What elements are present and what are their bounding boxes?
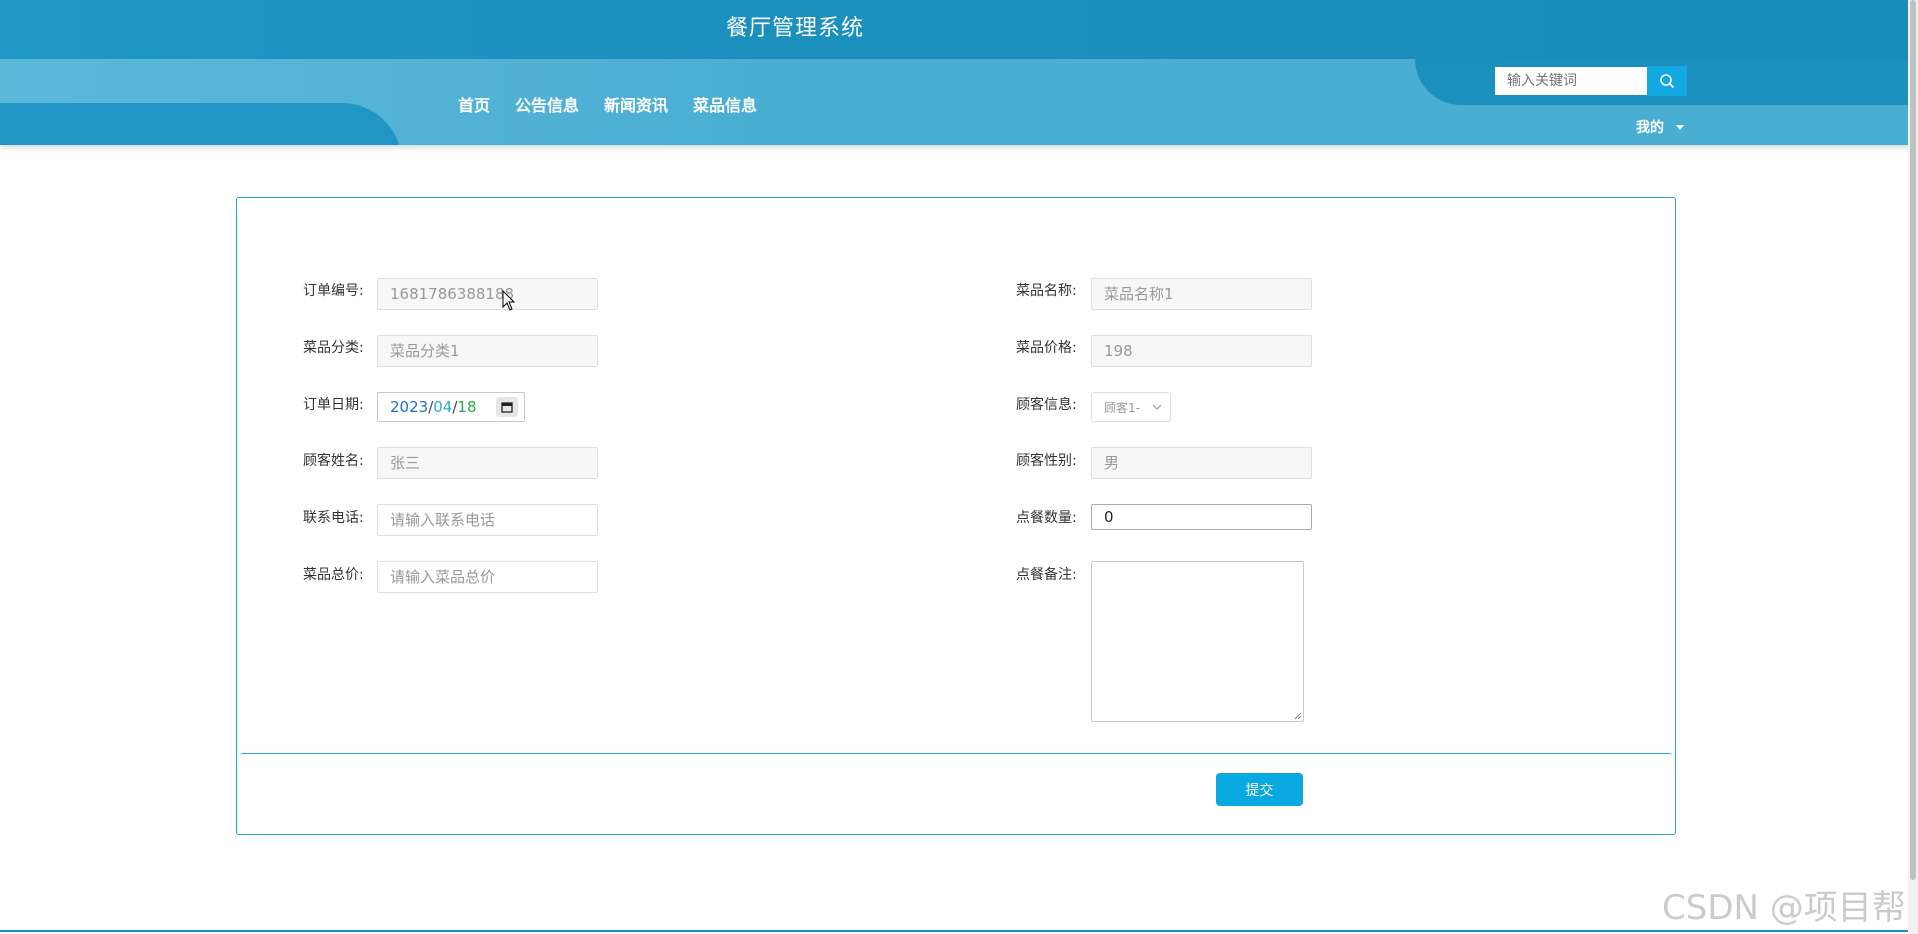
nav-item-announcements[interactable]: 公告信息 — [515, 92, 579, 116]
dish-price-label: 菜品价格: — [1016, 340, 1077, 356]
quantity-input[interactable]: 0 — [1091, 504, 1312, 530]
site-header: 餐厅管理系统 首页 公告信息 新闻资讯 菜品信息 我的 — [0, 0, 1918, 145]
remark-textarea[interactable] — [1091, 561, 1304, 722]
user-menu-label: 我的 — [1636, 120, 1664, 136]
customer-info-label: 顾客信息: — [1016, 397, 1077, 413]
mouse-pointer-icon — [502, 290, 516, 311]
total-price-label: 菜品总价: — [303, 567, 364, 583]
scrollbar-thumb[interactable] — [1910, 0, 1916, 880]
calendar-button[interactable] — [496, 397, 518, 417]
customer-gender-field[interactable]: 男 — [1091, 447, 1312, 479]
calendar-icon — [501, 402, 513, 413]
submit-button[interactable]: 提交 — [1216, 773, 1303, 806]
nav-item-home[interactable]: 首页 — [458, 92, 490, 116]
dish-price-field[interactable]: 198 — [1091, 335, 1312, 367]
customer-info-value: 顾客1- — [1104, 400, 1140, 415]
date-month: 04 — [433, 398, 453, 416]
nav-item-dishes[interactable]: 菜品信息 — [693, 92, 757, 116]
date-year: 2023 — [390, 398, 429, 416]
date-day: 18 — [457, 398, 477, 416]
nav-item-news[interactable]: 新闻资讯 — [604, 92, 668, 116]
user-menu[interactable]: 我的 — [1636, 117, 1684, 137]
order-no-label: 订单编号: — [303, 283, 364, 299]
resize-grip-icon[interactable] — [1294, 712, 1302, 720]
remark-label: 点餐备注: — [1016, 567, 1077, 583]
main-nav: 首页 公告信息 新闻资讯 菜品信息 — [458, 92, 782, 116]
chevron-down-icon — [1152, 404, 1162, 410]
dish-name-field[interactable]: 菜品名称1 — [1091, 278, 1312, 310]
customer-info-select[interactable]: 顾客1- — [1091, 392, 1171, 422]
quantity-label: 点餐数量: — [1016, 510, 1077, 526]
form-divider — [241, 753, 1671, 754]
total-price-input[interactable] — [377, 561, 598, 593]
site-title: 餐厅管理系统 — [726, 16, 865, 41]
header-decoration-left — [0, 103, 402, 145]
search-icon — [1660, 74, 1675, 89]
customer-name-field[interactable]: 张三 — [377, 447, 598, 479]
dish-name-label: 菜品名称: — [1016, 283, 1077, 299]
caret-down-icon — [1676, 124, 1684, 130]
customer-name-label: 顾客姓名: — [303, 453, 364, 469]
order-no-field[interactable]: 1681786388188 — [377, 278, 598, 310]
footer-line — [0, 930, 1908, 932]
header-topbar — [0, 0, 1918, 59]
order-date-input[interactable]: 2023/04/18 — [377, 392, 525, 422]
phone-label: 联系电话: — [303, 510, 364, 526]
watermark: CSDN @项目帮 — [1662, 888, 1906, 928]
phone-input[interactable] — [377, 504, 598, 536]
dish-category-field[interactable]: 菜品分类1 — [377, 335, 598, 367]
dish-category-label: 菜品分类: — [303, 340, 364, 356]
customer-gender-label: 顾客性别: — [1016, 453, 1077, 469]
search-input[interactable] — [1495, 67, 1647, 95]
order-date-label: 订单日期: — [303, 397, 364, 413]
search-button[interactable] — [1647, 66, 1687, 96]
